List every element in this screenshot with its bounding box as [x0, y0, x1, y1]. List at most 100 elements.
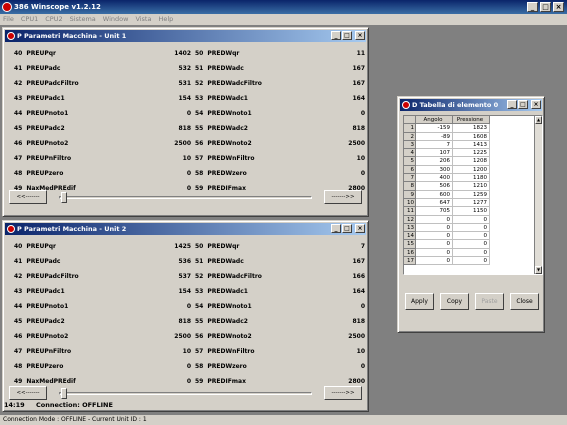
maximize-button[interactable]: □	[540, 2, 551, 12]
pressione-cell[interactable]: 1200	[453, 165, 490, 175]
pressione-cell[interactable]: 1413	[453, 140, 490, 150]
menu-window[interactable]: Window	[103, 14, 129, 25]
window-minimize-button[interactable]: _	[331, 224, 341, 233]
angolo-cell[interactable]: 107	[416, 149, 453, 158]
copy-button[interactable]: Copy	[440, 293, 469, 310]
pressione-cell[interactable]: 0	[453, 248, 490, 258]
window-maximize-button[interactable]: □	[518, 100, 528, 109]
pressione-cell[interactable]: 1608	[453, 132, 490, 141]
param-right-value[interactable]: 0	[9, 166, 365, 181]
pressione-cell[interactable]: 1823	[453, 124, 490, 133]
pressione-cell[interactable]: 1210	[453, 182, 490, 191]
angolo-cell[interactable]: 0	[416, 215, 453, 224]
window-minimize-button[interactable]: _	[507, 100, 517, 109]
menu-file[interactable]: File	[3, 14, 14, 25]
angolo-cell[interactable]: 0	[416, 248, 453, 258]
pressione-cell[interactable]: 0	[453, 240, 490, 249]
param-right-value[interactable]: 167	[9, 254, 365, 269]
window-close-button[interactable]: ×	[355, 31, 365, 40]
page-scrollbar[interactable]	[59, 388, 312, 399]
grid-row: 15 0 0	[404, 240, 542, 249]
window-maximize-button[interactable]: □	[342, 224, 352, 233]
minimize-button[interactable]: _	[527, 2, 538, 12]
prev-page-button[interactable]: <<-------	[9, 386, 47, 400]
close-dialog-button[interactable]: Close	[510, 293, 539, 310]
angolo-cell[interactable]: 7	[416, 140, 453, 150]
param-right-value[interactable]: 166	[9, 269, 365, 284]
pressione-cell[interactable]: 0	[453, 257, 490, 266]
param-right-value[interactable]: 0	[9, 359, 365, 374]
param-row: 46 PREUPnoto2 2500 56 PREDWnoto2 2500	[9, 136, 365, 151]
angolo-cell[interactable]: 0	[416, 223, 453, 233]
row-number: 2	[404, 132, 416, 141]
param-right-value[interactable]: 2500	[9, 136, 365, 151]
window-close-button[interactable]: ×	[355, 224, 365, 233]
angolo-cell[interactable]: 647	[416, 198, 453, 208]
param-right-value[interactable]: 0	[9, 106, 365, 121]
angolo-cell[interactable]: 0	[416, 257, 453, 266]
params-nav: <<------- ------->>	[9, 386, 362, 400]
param-right-value[interactable]: 818	[9, 121, 365, 136]
angolo-cell[interactable]: 0	[416, 232, 453, 241]
menu-help[interactable]: Help	[158, 14, 173, 25]
menu-cpu1[interactable]: CPU1	[21, 14, 38, 25]
angolo-cell[interactable]: 506	[416, 182, 453, 191]
angolo-cell[interactable]: 206	[416, 157, 453, 166]
page-scrollbar[interactable]	[59, 192, 312, 203]
angolo-cell[interactable]: -159	[416, 124, 453, 133]
window-close-button[interactable]: ×	[531, 100, 541, 109]
pressione-cell[interactable]: 1225	[453, 149, 490, 158]
paste-button[interactable]: Paste	[475, 293, 504, 310]
param-right-value[interactable]: 10	[9, 151, 365, 166]
dialog-title: D Tabella di elemento 0 _ □ ×	[400, 99, 542, 111]
next-page-button[interactable]: ------->>	[324, 190, 362, 204]
angolo-cell[interactable]: 400	[416, 174, 453, 183]
param-right-value[interactable]: 164	[9, 91, 365, 106]
grid-row: 8 506 1210	[404, 182, 542, 191]
param-right-value[interactable]: 7	[9, 239, 365, 254]
angolo-cell[interactable]: 300	[416, 165, 453, 175]
pressione-cell[interactable]: 1208	[453, 157, 490, 166]
param-right-value[interactable]: 167	[9, 76, 365, 91]
apply-button[interactable]: Apply	[405, 293, 434, 310]
grid-row: 14 0 0	[404, 232, 542, 241]
angolo-cell[interactable]: 0	[416, 240, 453, 249]
pressione-cell[interactable]: 1180	[453, 174, 490, 183]
grid-row: 2 -89 1608	[404, 132, 542, 141]
scroll-down-icon[interactable]: ▼	[535, 266, 542, 274]
data-grid[interactable]: Angolo Pressione 1 -159 1823 2 -89 1608 3 7 1413…	[403, 115, 543, 275]
param-right-value[interactable]: 10	[9, 344, 365, 359]
pressione-cell[interactable]: 0	[453, 215, 490, 224]
param-right-value[interactable]: 167	[9, 61, 365, 76]
angolo-cell[interactable]: -89	[416, 132, 453, 141]
pressione-cell[interactable]: 1150	[453, 207, 490, 216]
pressione-cell[interactable]: 1277	[453, 198, 490, 208]
params-window-title: P Parametri Macchina - Unit 2 _ □ ×	[5, 223, 366, 235]
param-row: 45 PREUPadc2 818 55 PREDWadc2 818	[9, 121, 365, 136]
param-right-value[interactable]: 11	[9, 46, 365, 61]
menu-cpu2[interactable]: CPU2	[45, 14, 62, 25]
menu-sistema[interactable]: Sistema	[70, 14, 96, 25]
scroll-thumb[interactable]	[61, 388, 67, 399]
window-minimize-button[interactable]: _	[331, 31, 341, 40]
grid-row: 7 400 1180	[404, 174, 542, 183]
close-button[interactable]: ×	[553, 2, 564, 12]
prev-page-button[interactable]: <<-------	[9, 190, 47, 204]
param-right-value[interactable]: 0	[9, 299, 365, 314]
window-maximize-button[interactable]: □	[342, 31, 352, 40]
param-right-value[interactable]: 2500	[9, 329, 365, 344]
scroll-thumb[interactable]	[61, 192, 67, 203]
pressione-cell[interactable]: 0	[453, 223, 490, 233]
angolo-cell[interactable]: 600	[416, 190, 453, 199]
menu-vista[interactable]: Vista	[135, 14, 151, 25]
grid-row: 1 -159 1823	[404, 124, 542, 133]
grid-scrollbar[interactable]: ▲ ▼	[534, 116, 542, 274]
pressione-cell[interactable]: 1259	[453, 190, 490, 199]
param-right-value[interactable]: 818	[9, 314, 365, 329]
angolo-cell[interactable]: 705	[416, 207, 453, 216]
param-right-value[interactable]: 164	[9, 284, 365, 299]
scroll-up-icon[interactable]: ▲	[535, 116, 542, 124]
pressione-cell[interactable]: 0	[453, 232, 490, 241]
window-icon	[402, 101, 410, 109]
next-page-button[interactable]: ------->>	[324, 386, 362, 400]
